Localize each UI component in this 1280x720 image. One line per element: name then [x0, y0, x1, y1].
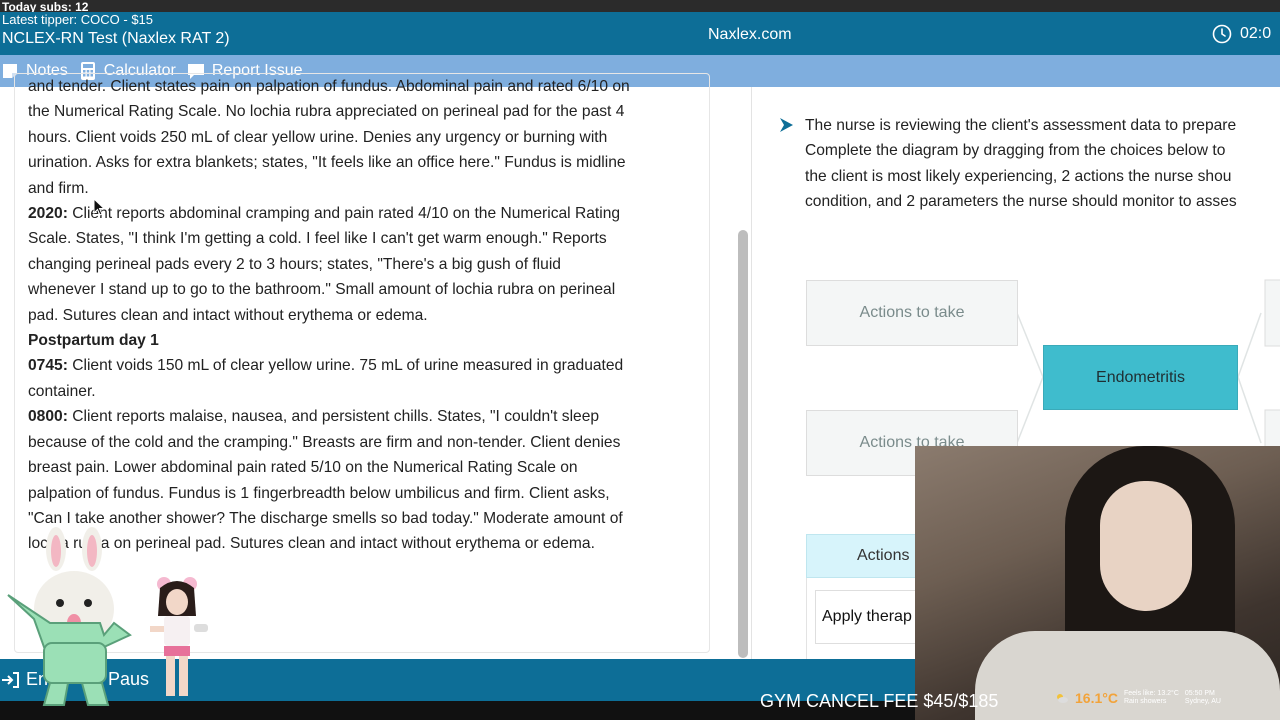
notes-scrollbar[interactable] — [738, 230, 748, 658]
note-line: Client reports malaise, nausea, and pers… — [67, 408, 600, 426]
drop-slot-label: Actions to take — [859, 304, 965, 321]
timer-value: 02:0 — [1240, 25, 1272, 42]
latest-tipper: Latest tipper: COCO - $15 — [2, 12, 154, 27]
weather-desc: Rain showers — [1123, 698, 1167, 705]
weather-meta: 05:50 PM Sydney, AU — [1185, 690, 1221, 706]
weather-details: Feels like: 13.2°C Rain showers — [1124, 690, 1179, 706]
question-text: The nurse is reviewing the client's asse… — [805, 113, 1280, 215]
note-line: whenever I stand up to go to the bathroo… — [28, 281, 616, 299]
note-line: because of the cold and the cramping." B… — [28, 433, 621, 451]
condition-drop-slot[interactable]: Endometritis — [1043, 345, 1238, 410]
exam-timer: 02:0 — [1212, 24, 1271, 44]
question-line: condition, and 2 parameters the nurse sh… — [805, 193, 1237, 211]
note-line: urination. Asks for extra blankets; stat… — [28, 154, 626, 172]
choices-header-label: Actions — [857, 547, 910, 564]
note-line: Scale. States, "I think I'm getting a co… — [28, 230, 607, 248]
cloud-sun-icon — [1057, 694, 1068, 703]
question-line: Complete the diagram by dragging from th… — [805, 142, 1226, 160]
screen: Today subs: 12 Latest tipper: COCO - $15… — [0, 0, 1280, 720]
question-arrow-icon — [780, 118, 793, 132]
case-notes-text: and tender. Client states pain on palpat… — [28, 74, 700, 557]
bunny-sticker — [7, 527, 132, 706]
note-line: the Numerical Rating Scale. No lochia ru… — [28, 103, 625, 121]
note-line: pad. Sutures clean and intact without er… — [28, 306, 428, 324]
note-line: hours. Client voids 250 mL of clear yell… — [28, 128, 608, 146]
note-entry-2020: 2020: Client reports abdominal cramping … — [28, 201, 700, 226]
question-line: the client is most likely experiencing, … — [805, 167, 1232, 185]
clock-icon — [1212, 24, 1232, 44]
note-line: changing perineal pads every 2 to 3 hour… — [28, 255, 561, 273]
weather-location: Sydney, AU — [1184, 698, 1221, 705]
note-line: container. — [28, 382, 96, 400]
note-time: 0745: — [28, 357, 68, 375]
weather-feels: Feels like: 13.2°C — [1123, 690, 1179, 697]
note-time: 0800: — [28, 408, 68, 426]
site-name: Naxlex.com — [708, 26, 792, 43]
postpartum-day-heading: Postpartum day 1 — [28, 328, 700, 353]
note-entry-0745: 0745: Client voids 150 mL of clear yello… — [28, 353, 700, 378]
weather-temp: 16.1°C — [1075, 690, 1118, 706]
weather-widget: 16.1°C Feels like: 13.2°C Rain showers 0… — [1055, 690, 1221, 706]
stream-overlay-bar: Today subs: 12 — [0, 0, 1280, 14]
note-entry-0800: 0800: Client reports malaise, nausea, an… — [28, 404, 700, 429]
note-line: and firm. — [28, 179, 89, 197]
weather-time: 05:50 PM — [1184, 690, 1215, 697]
note-line: and tender. Client states pain on palpat… — [28, 78, 630, 95]
note-line: Client reports abdominal cramping and pa… — [67, 205, 621, 223]
note-line: palpation of fundus. Fundus is 1 fingerb… — [28, 484, 610, 502]
heading-text: Postpartum day 1 — [28, 332, 159, 350]
app-header: Latest tipper: COCO - $15 NCLEX-RN Test … — [0, 12, 1280, 55]
webcam-shirt — [975, 631, 1280, 720]
note-line: Client voids 150 mL of clear yellow urin… — [67, 357, 624, 375]
girl-sticker — [150, 577, 208, 696]
gym-cancel-fee: GYM CANCEL FEE $45/$185 — [760, 691, 999, 711]
question-line: The nurse is reviewing the client's asse… — [805, 117, 1237, 134]
note-time: 2020: — [28, 205, 68, 223]
webcam-overlay — [915, 446, 1280, 720]
action-drop-slot-1[interactable]: Actions to take — [806, 280, 1018, 346]
mouse-cursor-icon — [93, 198, 105, 216]
note-line: breast pain. Lower abdominal pain rated … — [28, 459, 578, 477]
webcam-face — [1100, 481, 1192, 611]
condition-label: Endometritis — [1096, 368, 1185, 386]
exam-title: NCLEX-RN Test (Naxlex RAT 2) — [2, 30, 230, 47]
choice-label: Apply therap — [822, 608, 912, 625]
